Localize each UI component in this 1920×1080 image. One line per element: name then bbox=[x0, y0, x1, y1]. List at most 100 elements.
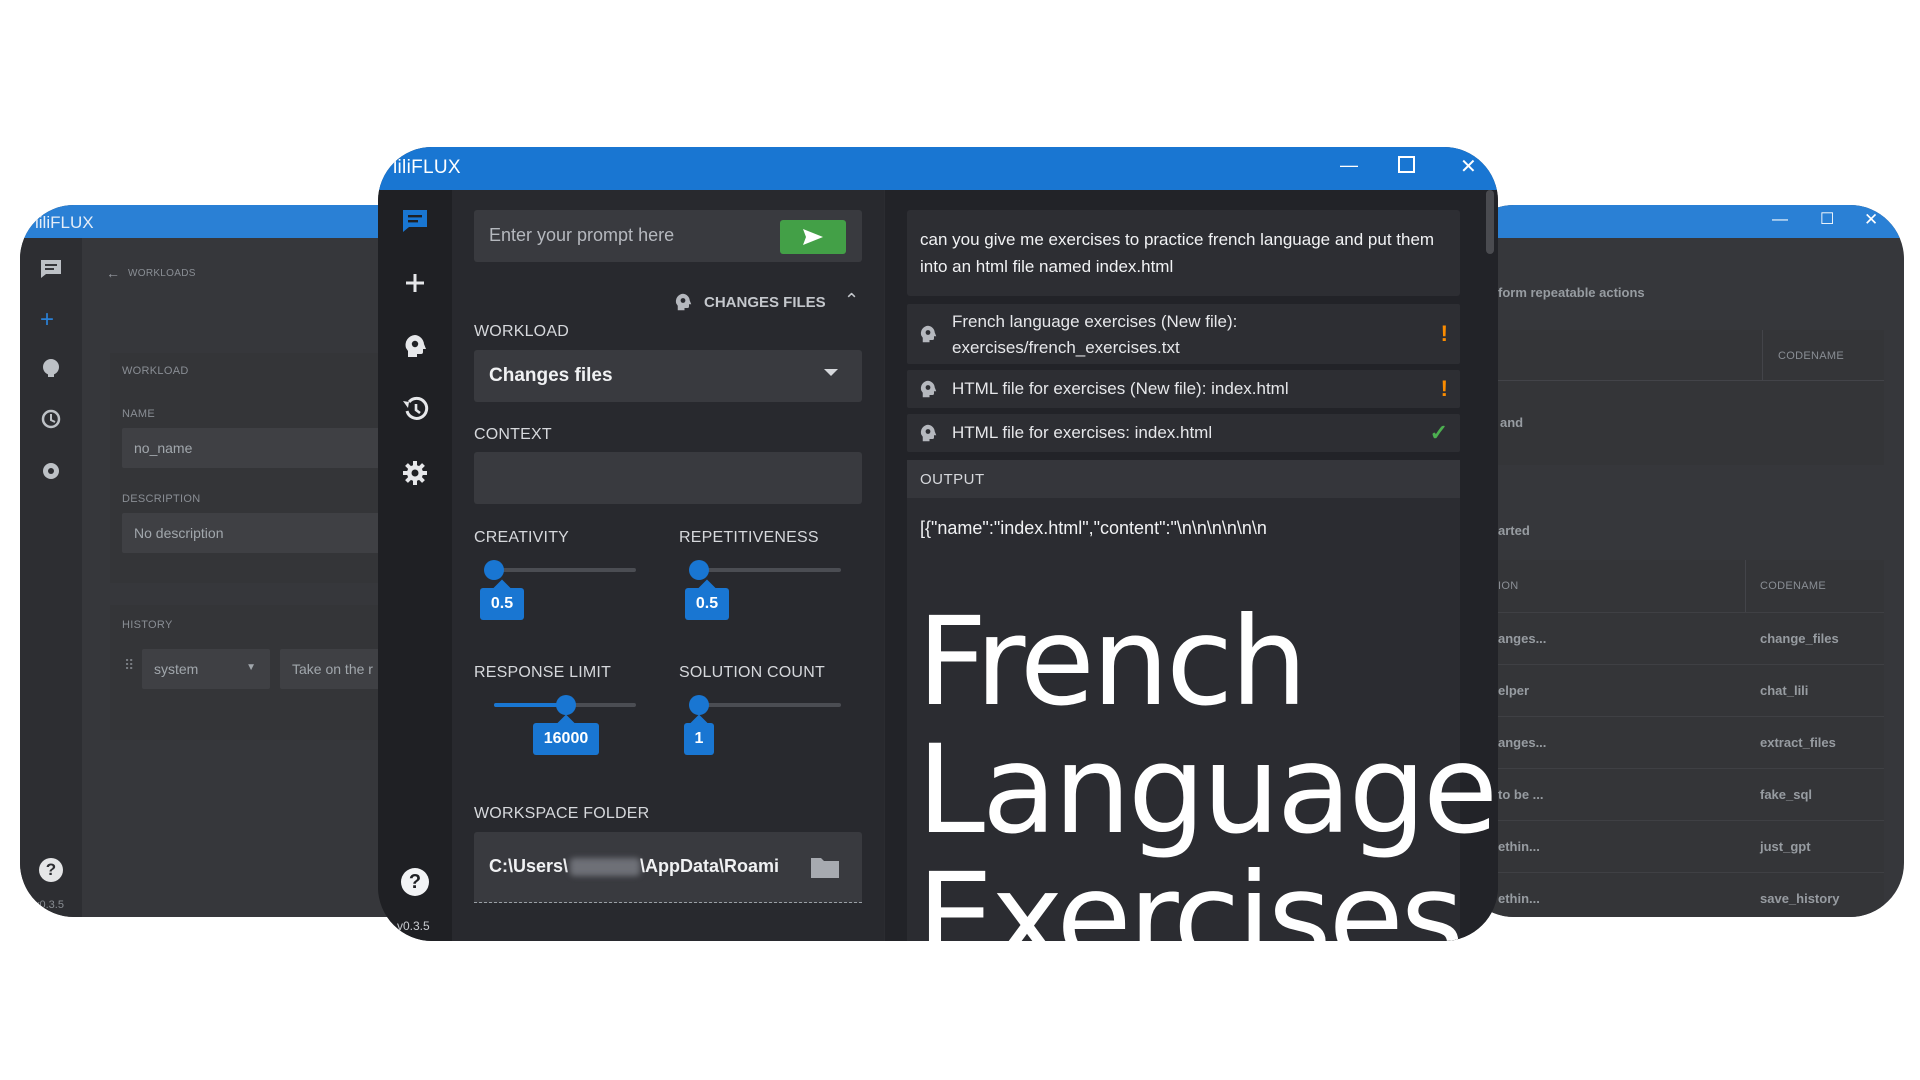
titlebar: — ☐ ✕ bbox=[1460, 205, 1904, 238]
slider-knob[interactable] bbox=[484, 560, 504, 580]
minimize-icon[interactable]: — bbox=[1772, 211, 1788, 229]
nav-rail: + ? v0.3.5 bbox=[20, 238, 82, 917]
slider-knob[interactable] bbox=[689, 695, 709, 715]
redacted-username bbox=[570, 858, 640, 876]
solution-count-slider[interactable]: 1 bbox=[684, 695, 841, 755]
row-code: save_history bbox=[1760, 891, 1840, 906]
preview-heading: French Language Exercises bbox=[917, 591, 1498, 941]
minimize-icon[interactable]: — bbox=[1340, 155, 1358, 176]
output-section: OUTPUT [{"name":"index.html","content":"… bbox=[907, 460, 1498, 941]
send-icon bbox=[803, 229, 823, 245]
brain-icon bbox=[920, 325, 937, 343]
name-label: NAME bbox=[122, 408, 155, 420]
repetitiveness-slider[interactable]: 0.5 bbox=[685, 560, 841, 620]
dropdown-arrow-icon: ▼ bbox=[246, 662, 256, 673]
workload-label: WORKLOAD bbox=[474, 323, 569, 340]
workloads-table: ION CODENAME anges... change_files elper c… bbox=[1460, 560, 1884, 917]
workload-value: Changes files bbox=[489, 365, 613, 386]
maximize-icon[interactable] bbox=[1398, 156, 1415, 173]
output-label: OUTPUT bbox=[920, 471, 985, 488]
brain-icon bbox=[675, 293, 692, 311]
output-header: OUTPUT bbox=[907, 460, 1460, 498]
table-row[interactable]: anges... extract_files bbox=[1460, 716, 1884, 769]
row-desc: anges... bbox=[1498, 735, 1547, 750]
warning-icon: ! bbox=[1440, 321, 1448, 346]
table-row[interactable]: ethin... just_gpt bbox=[1460, 820, 1884, 873]
help-icon[interactable]: ? bbox=[398, 865, 432, 899]
workloads-subtitle: form repeatable actions bbox=[1498, 285, 1645, 300]
mode-toggle[interactable]: CHANGES FILES ⌃ bbox=[674, 290, 864, 316]
send-button[interactable] bbox=[780, 220, 846, 254]
close-icon[interactable]: ✕ bbox=[1864, 210, 1878, 230]
mode-label: CHANGES FILES bbox=[704, 294, 826, 311]
table-row[interactable]: elper chat_lili bbox=[1460, 664, 1884, 717]
col-codename-2: CODENAME bbox=[1760, 580, 1826, 592]
table-row[interactable]: to be ... fake_sql bbox=[1460, 768, 1884, 821]
solution-count-label: SOLUTION COUNT bbox=[679, 664, 825, 681]
creativity-slider[interactable]: 0.5 bbox=[480, 560, 636, 620]
context-input[interactable] bbox=[474, 452, 862, 504]
preview-line: Exercises bbox=[917, 847, 1464, 941]
row-code: fake_sql bbox=[1760, 787, 1813, 802]
creativity-value: 0.5 bbox=[480, 588, 524, 620]
file-item[interactable]: HTML file for exercises: index.html ✓ bbox=[907, 414, 1460, 452]
slider-track bbox=[494, 568, 636, 572]
brain-icon bbox=[920, 424, 937, 442]
workload-select[interactable]: Changes files bbox=[474, 350, 862, 402]
back-arrow-icon[interactable]: ← bbox=[106, 265, 120, 281]
row-desc: ethin... bbox=[1498, 891, 1540, 906]
plus-icon[interactable]: + bbox=[40, 306, 54, 334]
slider-track bbox=[699, 568, 841, 572]
file-item[interactable]: HTML file for exercises (New file): inde… bbox=[907, 370, 1460, 408]
chat-icon[interactable] bbox=[398, 204, 432, 238]
warning-icon: ! bbox=[1440, 376, 1448, 401]
brain-icon[interactable] bbox=[41, 358, 61, 383]
row-desc: to be ... bbox=[1498, 787, 1544, 802]
dropdown-arrow-icon bbox=[824, 369, 838, 376]
prompt-input[interactable]: Enter your prompt here bbox=[474, 210, 862, 262]
context-label: CONTEXT bbox=[474, 426, 552, 443]
response-limit-value: 16000 bbox=[533, 723, 599, 755]
gear-icon[interactable] bbox=[398, 456, 432, 490]
row-divider bbox=[1460, 380, 1884, 381]
folder-icon[interactable] bbox=[810, 855, 840, 879]
table-row[interactable]: anges... change_files bbox=[1460, 612, 1884, 665]
chat-icon[interactable] bbox=[39, 258, 63, 285]
plus-icon[interactable] bbox=[398, 266, 432, 300]
col-action: ION bbox=[1498, 580, 1519, 592]
background-window-right: — ☐ ✕ form repeatable actions CODENAME a… bbox=[1460, 205, 1904, 917]
close-icon[interactable]: ✕ bbox=[1460, 154, 1477, 179]
brain-icon[interactable] bbox=[398, 329, 432, 363]
drag-handle-icon[interactable]: ⠿ bbox=[124, 657, 134, 674]
scrollbar[interactable] bbox=[1486, 190, 1494, 254]
workspace-input[interactable]: C:\Users\ \AppData\Roamir bbox=[474, 832, 862, 903]
row-desc: elper bbox=[1498, 683, 1530, 698]
file-title: French language exercises (New file): bbox=[952, 312, 1238, 331]
table-row[interactable]: ethin... save_history bbox=[1460, 872, 1884, 917]
role-select[interactable]: system ▼ bbox=[142, 649, 270, 689]
history-icon[interactable] bbox=[398, 392, 432, 426]
slider-knob[interactable] bbox=[689, 560, 709, 580]
preview-line: French bbox=[917, 591, 1308, 733]
prompt-text: can you give me exercises to practice fr… bbox=[920, 230, 1435, 276]
history-icon[interactable] bbox=[40, 408, 62, 435]
prompt-placeholder: Enter your prompt here bbox=[489, 225, 675, 245]
file-path: exercises/french_exercises.txt bbox=[952, 338, 1180, 357]
maximize-icon[interactable]: ☐ bbox=[1820, 209, 1834, 229]
row-code: chat_lili bbox=[1760, 683, 1809, 698]
partial-text-2: arted bbox=[1498, 523, 1530, 538]
prompt-card: can you give me exercises to practice fr… bbox=[907, 210, 1460, 296]
titlebar: liliFLUX — ✕ bbox=[378, 147, 1498, 190]
gear-icon[interactable] bbox=[40, 460, 62, 487]
solution-count-value: 1 bbox=[684, 723, 714, 755]
row-code: change_files bbox=[1760, 631, 1839, 646]
response-limit-slider[interactable]: 16000 bbox=[494, 695, 636, 755]
role-value: system bbox=[154, 661, 199, 677]
name-value: no_name bbox=[134, 440, 193, 456]
workspace-prefix: C:\Users\ bbox=[489, 856, 569, 876]
slider-knob[interactable] bbox=[556, 695, 576, 715]
file-item[interactable]: French language exercises (New file): ex… bbox=[907, 304, 1460, 364]
version-label: v0.3.5 bbox=[397, 919, 430, 933]
help-icon[interactable]: ? bbox=[39, 858, 63, 882]
app-title: liliFLUX bbox=[35, 213, 94, 232]
